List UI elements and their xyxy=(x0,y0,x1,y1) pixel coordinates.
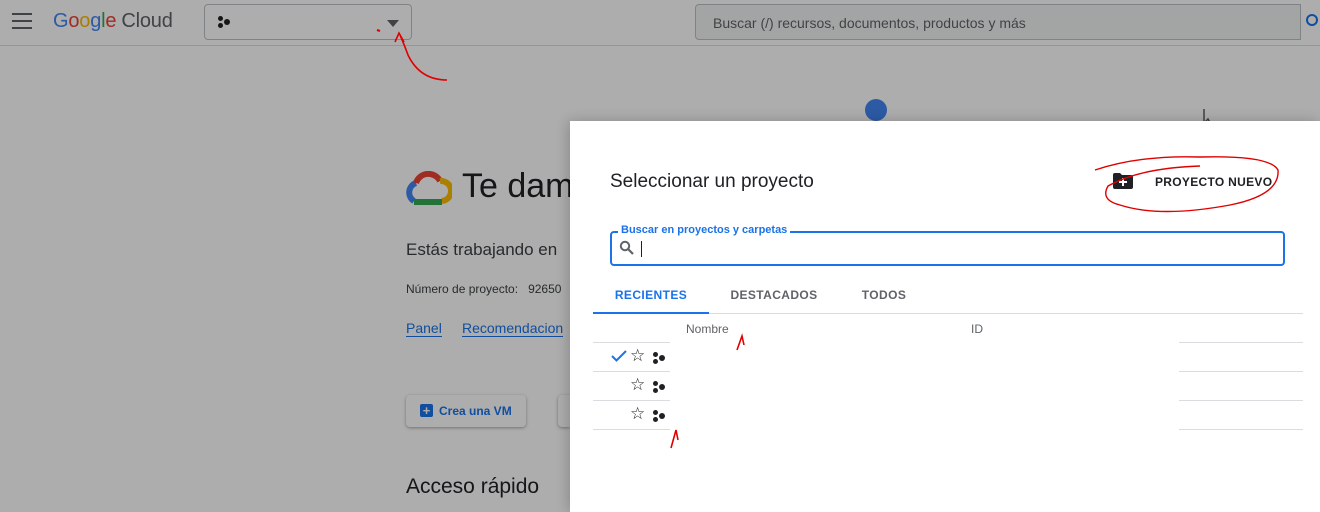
project-name-cell[interactable] xyxy=(670,371,1179,401)
project-search-input[interactable] xyxy=(640,237,1270,261)
text-cursor xyxy=(641,241,642,257)
search-icon xyxy=(619,240,634,255)
tab-starred[interactable]: DESTACADOS xyxy=(709,278,839,314)
project-tabs: RECIENTES DESTACADOS TODOS xyxy=(593,278,1303,314)
tab-all[interactable]: TODOS xyxy=(839,278,929,314)
project-icon xyxy=(653,380,667,394)
select-project-dialog: Seleccionar un proyecto PROYECTO NUEVO B… xyxy=(570,121,1320,512)
project-search-field[interactable]: Buscar en proyectos y carpetas xyxy=(610,224,1285,266)
project-name-cell[interactable] xyxy=(670,342,1179,372)
project-icon xyxy=(653,409,667,423)
project-icon xyxy=(653,351,667,365)
star-icon[interactable]: ☆ xyxy=(630,404,645,424)
search-field-label: Buscar en proyectos y carpetas xyxy=(618,224,791,236)
dialog-title: Seleccionar un proyecto xyxy=(610,171,814,192)
column-name-header[interactable]: Nombre xyxy=(686,322,729,336)
star-icon[interactable]: ☆ xyxy=(630,346,645,366)
project-name-cell[interactable] xyxy=(670,400,1179,430)
tab-recent[interactable]: RECIENTES xyxy=(593,278,709,314)
new-project-label: PROYECTO NUEVO xyxy=(1155,175,1273,189)
table-row[interactable]: ☆ xyxy=(593,400,1303,430)
projects-table: Nombre ID ☆ ☆ ☆ xyxy=(593,314,1303,430)
table-row[interactable]: ☆ xyxy=(593,342,1303,372)
table-row[interactable]: ☆ xyxy=(593,371,1303,401)
column-id-header[interactable]: ID xyxy=(971,322,983,336)
table-header: Nombre ID xyxy=(593,314,1303,343)
star-icon[interactable]: ☆ xyxy=(630,375,645,395)
new-folder-icon xyxy=(1113,173,1133,189)
check-icon xyxy=(611,350,627,362)
